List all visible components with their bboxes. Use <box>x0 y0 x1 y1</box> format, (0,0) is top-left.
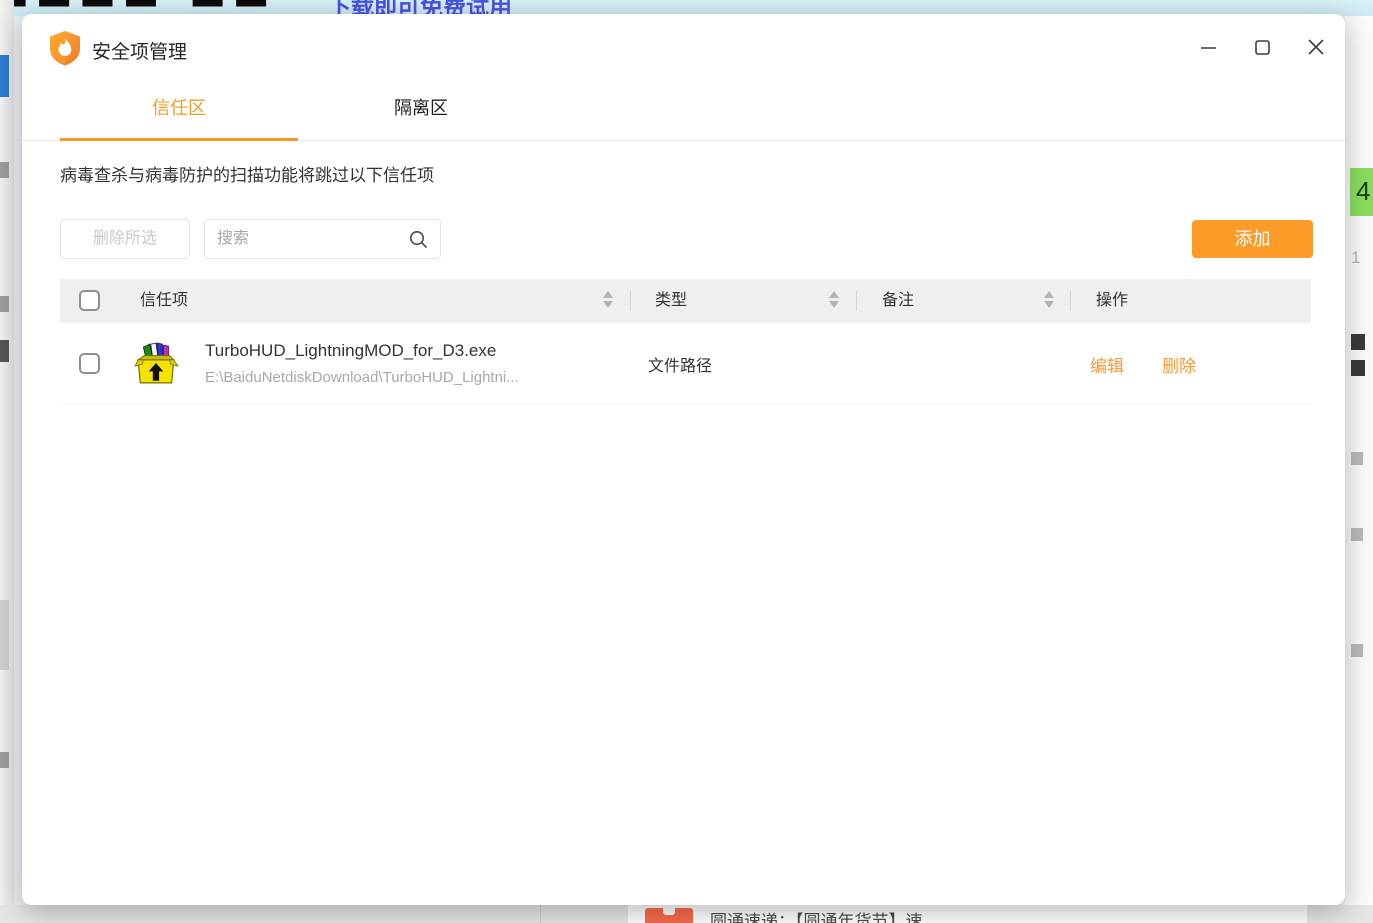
background-bottom-strip: 圆通速递：【圆通年货节】速 <box>0 905 1373 923</box>
dialog-titlebar: 安全项管理 <box>22 14 1345 82</box>
edit-link[interactable]: 编辑 <box>1090 352 1124 377</box>
trusted-item-path: E:\BaiduNetdiskDownload\TurboHUD_Lightni… <box>205 369 519 386</box>
background-text-fragment <box>0 162 9 178</box>
background-text-fragment <box>0 340 9 362</box>
sort-icon[interactable] <box>829 291 839 308</box>
winrar-sfx-archive-icon <box>134 341 180 387</box>
close-icon <box>1308 39 1324 55</box>
column-header-note: 备注 <box>882 279 914 323</box>
trusted-items-table: 信任项 类型 备注 操作 <box>60 279 1311 405</box>
security-item-manager-dialog: 安全项管理 信任区 隔离区 病毒查杀与病毒防护的扫描功能将跳过以下信任项 删除所… <box>22 14 1345 905</box>
background-left-sliver <box>0 0 14 923</box>
header-divider <box>1070 291 1071 311</box>
trusted-item-type: 文件路径 <box>648 352 712 376</box>
maximize-icon <box>1255 40 1270 55</box>
background-text-fragment <box>1351 452 1363 465</box>
tab-quarantine-zone[interactable]: 隔离区 <box>302 82 540 140</box>
close-button[interactable] <box>1298 29 1334 65</box>
tab-trust-zone[interactable]: 信任区 <box>60 82 298 140</box>
minimize-icon <box>1201 40 1216 55</box>
background-text-fragment <box>1351 360 1365 376</box>
maximize-button[interactable] <box>1244 29 1280 65</box>
background-text-fragment <box>0 752 9 768</box>
column-header-action: 操作 <box>1096 279 1128 323</box>
header-divider <box>856 291 857 311</box>
delete-link[interactable]: 删除 <box>1162 352 1196 377</box>
active-tab-indicator <box>60 138 298 141</box>
column-header-trusted-item: 信任项 <box>140 279 188 323</box>
shield-flame-icon <box>46 29 84 67</box>
select-all-checkbox[interactable] <box>79 290 100 311</box>
background-blue-fragment <box>0 55 9 97</box>
column-header-type: 类型 <box>655 279 687 323</box>
express-logo-icon <box>645 908 693 923</box>
search-icon[interactable] <box>409 230 428 249</box>
search-box <box>204 219 441 259</box>
background-text-fragment <box>1351 334 1365 350</box>
row-checkbox[interactable] <box>79 353 100 374</box>
search-input[interactable] <box>217 220 402 258</box>
background-text-fragment <box>1351 528 1363 541</box>
sort-icon[interactable] <box>603 291 613 308</box>
background-right-sliver: 4 1 <box>1345 16 1373 905</box>
trust-zone-description: 病毒查杀与病毒防护的扫描功能将跳过以下信任项 <box>60 161 434 186</box>
delete-selected-button[interactable]: 删除所选 <box>60 219 190 259</box>
minimize-button[interactable] <box>1190 29 1226 65</box>
background-list-number: 1 <box>1351 248 1360 268</box>
background-text-fragment <box>0 296 9 312</box>
background-count-badge: 4 <box>1350 168 1373 216</box>
background-notification-text: 圆通速递：【圆通年货节】速 <box>710 907 923 923</box>
dialog-title: 安全项管理 <box>92 37 187 64</box>
background-text-fragment <box>1351 644 1363 657</box>
table-header: 信任项 类型 备注 操作 <box>60 279 1311 323</box>
tab-bar: 信任区 隔离区 <box>22 82 1345 141</box>
trusted-item-name: TurboHUD_LightningMOD_for_D3.exe <box>205 341 496 361</box>
header-divider <box>630 291 631 311</box>
background-image-fragment <box>0 600 9 670</box>
add-button[interactable]: 添加 <box>1192 220 1313 258</box>
table-row: TurboHUD_LightningMOD_for_D3.exe E:\Baid… <box>60 323 1311 405</box>
background-divider <box>540 905 541 923</box>
sort-icon[interactable] <box>1044 291 1054 308</box>
